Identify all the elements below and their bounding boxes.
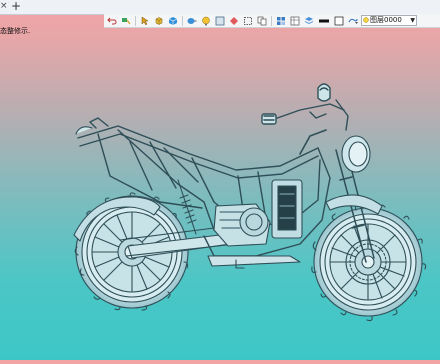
snap-button[interactable] — [228, 15, 240, 26]
frame-button[interactable] — [214, 15, 226, 26]
filter-button[interactable] — [347, 15, 359, 26]
color-swatch-icon — [334, 16, 344, 25]
front-wheel — [311, 204, 427, 322]
snap-icon — [230, 16, 238, 25]
toolbar-separator — [271, 15, 272, 26]
lightbulb-icon — [202, 16, 210, 25]
view-icon — [187, 17, 197, 24]
paint-icon — [122, 17, 131, 24]
undo-button[interactable] — [106, 15, 118, 26]
grid-button[interactable] — [275, 15, 287, 26]
rect-select-icon — [244, 16, 252, 25]
view-button[interactable] — [186, 15, 198, 26]
copy-icon — [257, 16, 267, 25]
document-tab-strip: × + — [0, 0, 440, 15]
box-button[interactable] — [167, 15, 179, 26]
render-button[interactable] — [200, 15, 212, 26]
chevron-down-icon: ▼ — [410, 17, 415, 24]
rect-select-button[interactable] — [242, 15, 254, 26]
model-viewport[interactable] — [0, 30, 440, 360]
filter-icon — [348, 18, 358, 24]
copy-button[interactable] — [256, 15, 268, 26]
headlight — [341, 135, 371, 173]
side-box — [271, 179, 303, 239]
line-weight-button[interactable] — [317, 15, 331, 26]
grid-icon — [277, 16, 285, 25]
motorcycle-model[interactable] — [0, 30, 440, 360]
pointer-icon — [141, 16, 149, 25]
undo-icon — [107, 17, 117, 24]
layer-dropdown[interactable]: 图层0000 ▼ — [361, 15, 417, 26]
toolbar-separator — [135, 15, 136, 26]
tab-close-button[interactable]: × — [0, 1, 8, 12]
handlebar — [261, 83, 349, 131]
layer-props-icon — [304, 16, 314, 24]
toolbar-separator — [182, 15, 183, 26]
frame-icon — [215, 16, 225, 25]
bulb-icon — [363, 17, 369, 23]
layer-properties-button[interactable] — [303, 15, 315, 26]
line-weight-icon — [319, 19, 329, 22]
cube-icon — [155, 16, 163, 25]
paint-button[interactable] — [120, 15, 132, 26]
color-button[interactable] — [333, 15, 345, 26]
solid-button[interactable] — [153, 15, 165, 26]
select-button[interactable] — [139, 15, 151, 26]
new-tab-button[interactable]: + — [11, 0, 21, 13]
quick-access-toolbar: 图层0000 ▼ — [104, 14, 440, 28]
exhaust-pipe — [207, 255, 301, 267]
layer-button[interactable] — [289, 15, 301, 26]
layer-icon — [290, 16, 300, 25]
engine — [213, 203, 271, 247]
box-icon — [168, 16, 178, 25]
layer-dropdown-value: 图层0000 — [370, 16, 402, 24]
